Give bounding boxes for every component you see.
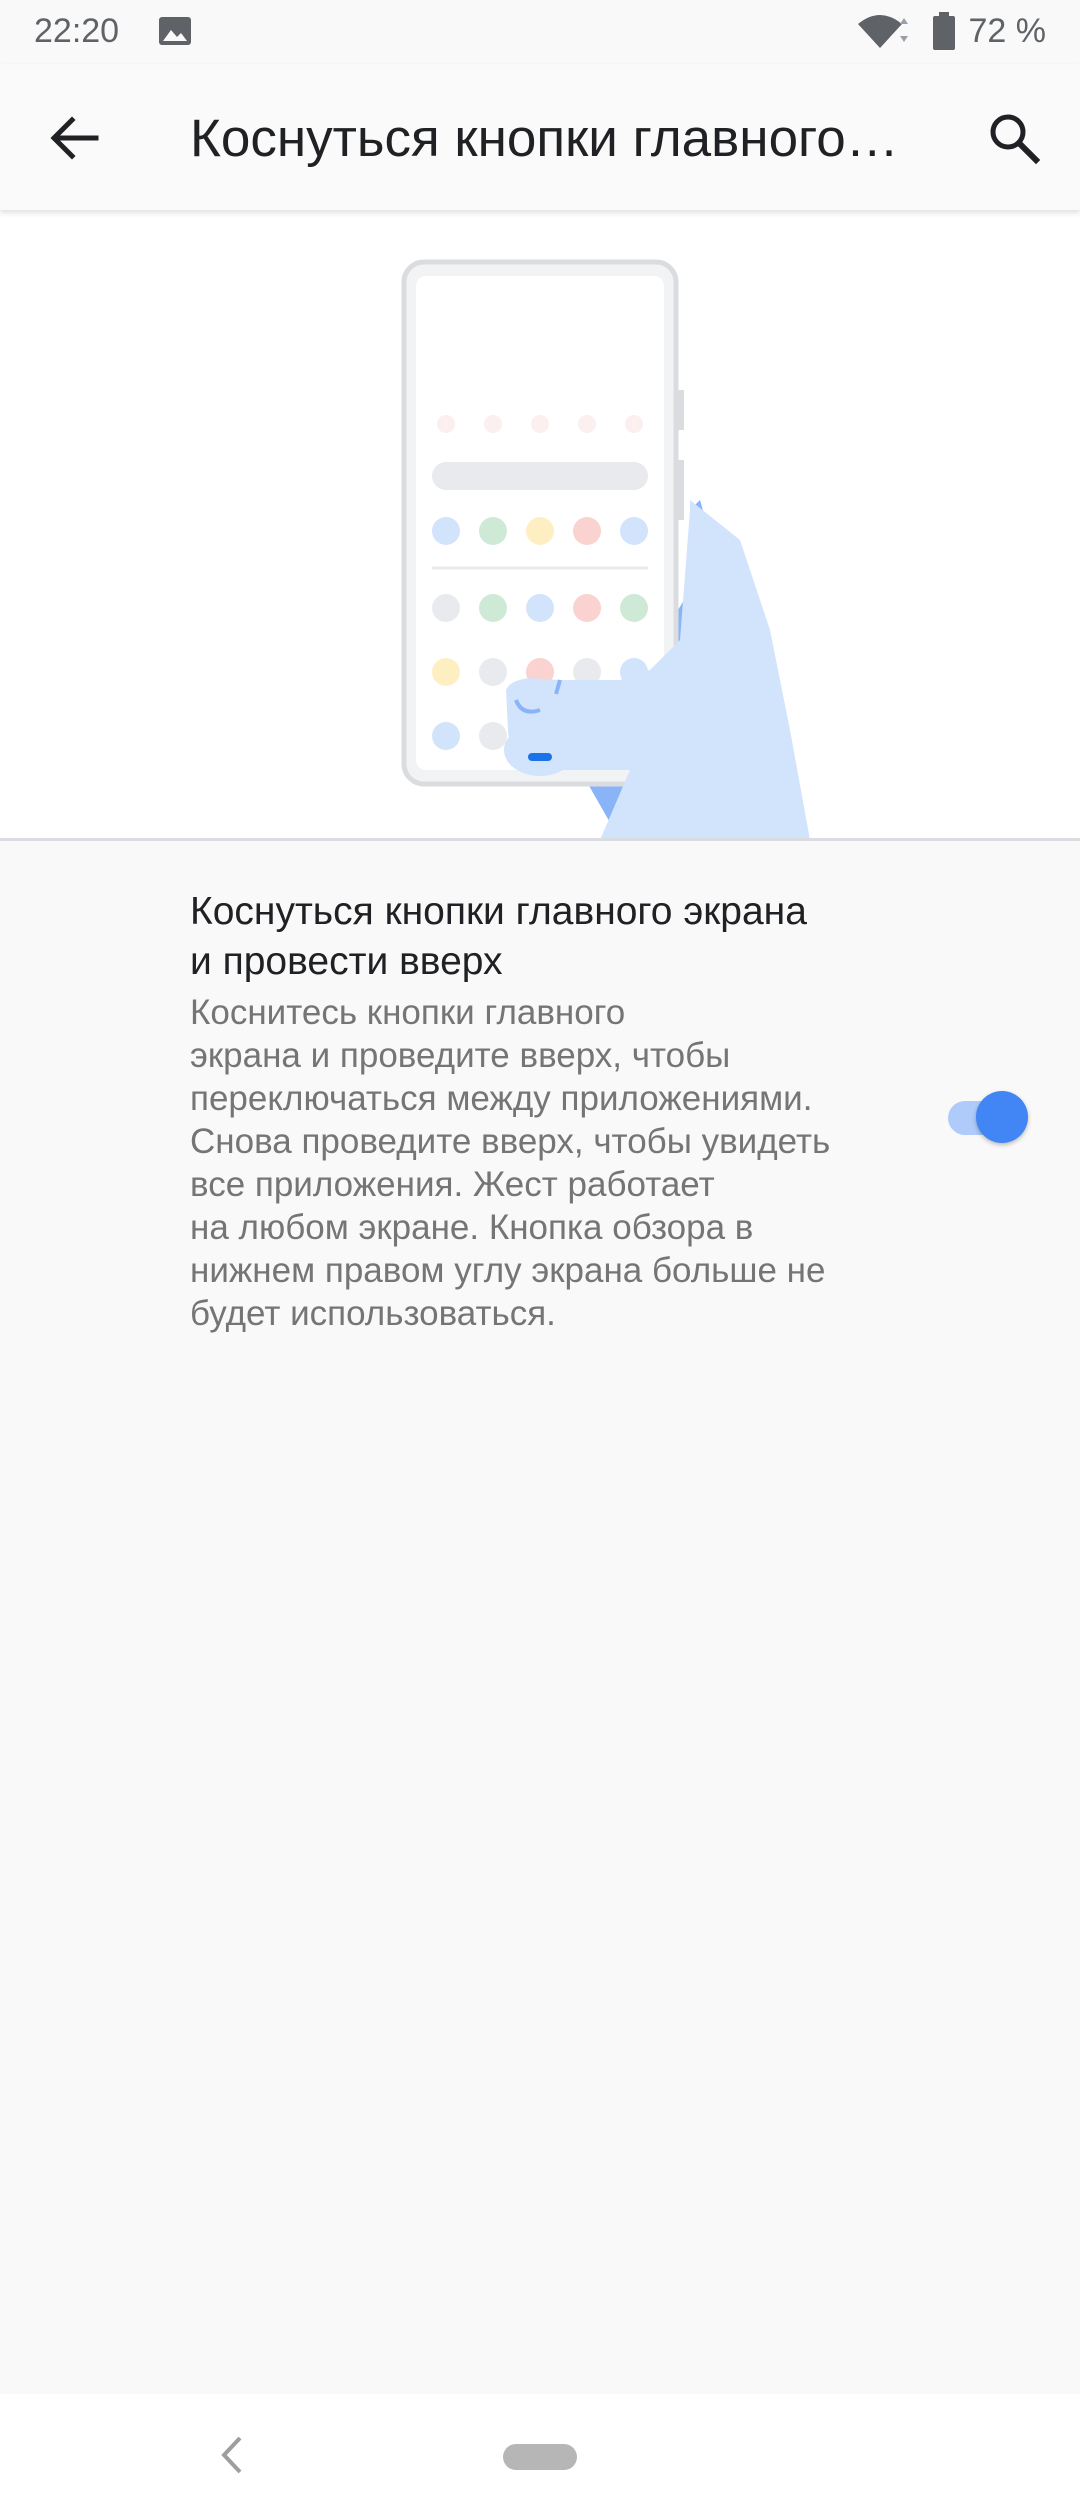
swipe-up-toggle[interactable] bbox=[944, 1087, 1032, 1149]
search-icon[interactable] bbox=[976, 100, 1052, 176]
nav-back-icon[interactable] bbox=[212, 2430, 252, 2480]
navigation-bar bbox=[0, 2394, 1080, 2520]
battery-icon bbox=[933, 12, 955, 50]
screen: 22:20 72 % Коснуться кнопки главного… Ко… bbox=[0, 0, 1080, 2520]
home-pill-icon[interactable] bbox=[503, 2444, 577, 2470]
gesture-illustration bbox=[0, 210, 1080, 840]
setting-summary: Коснитесь кнопки главного экрана и прове… bbox=[190, 993, 831, 1333]
page-title: Коснуться кнопки главного… bbox=[190, 109, 899, 168]
phone-hand-illustration bbox=[401, 259, 810, 840]
toggle-thumb bbox=[976, 1091, 1028, 1143]
status-time: 22:20 bbox=[34, 12, 120, 50]
app-bar: Коснуться кнопки главного… bbox=[0, 64, 1080, 210]
arrow-back-icon[interactable] bbox=[36, 100, 112, 176]
setting-title: Коснуться кнопки главного экрана и прове… bbox=[190, 890, 807, 983]
image-icon bbox=[159, 17, 191, 45]
wifi-icon bbox=[858, 15, 908, 48]
battery-percent: 72 % bbox=[968, 12, 1047, 50]
swipe-up-setting-row[interactable]: Коснуться кнопки главного экрана и прове… bbox=[0, 841, 1080, 1361]
status-bar: 22:20 72 % bbox=[0, 0, 1080, 64]
